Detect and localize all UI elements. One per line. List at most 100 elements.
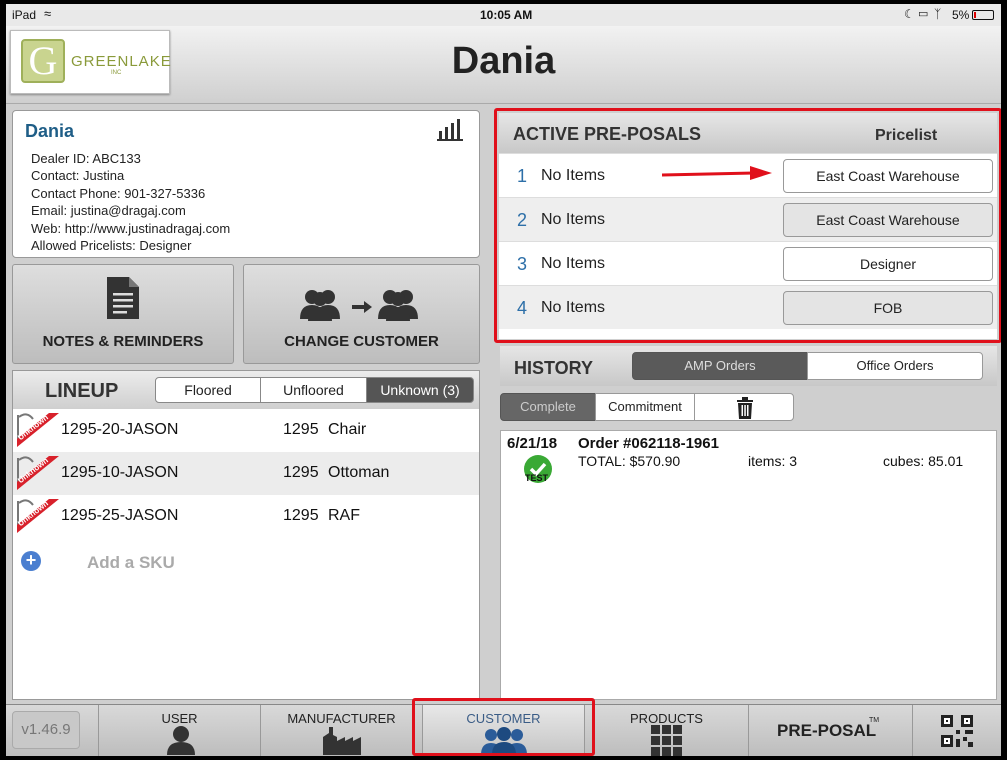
user-icon — [167, 725, 195, 756]
lineup-series: 1295 — [283, 464, 319, 481]
tab-preposal[interactable]: PRE-POSAL TM — [748, 705, 912, 756]
tab-amp-orders[interactable]: AMP Orders — [632, 352, 808, 380]
tab-unknown[interactable]: Unknown (3) — [366, 377, 474, 403]
history-header: HISTORY AMP Orders Office Orders — [500, 346, 997, 386]
preposal-number: 3 — [517, 254, 528, 274]
tab-unfloored[interactable]: Unfloored — [260, 377, 367, 403]
header: G GREENLAKE INC Dania — [6, 26, 1001, 104]
preposals-inner: ACTIVE PRE-POSALS Pricelist 1 No Items Eas… — [499, 113, 997, 339]
lineup-sku: 1295-25-JASON — [61, 507, 179, 524]
contact-name: Contact: Justina — [31, 168, 125, 183]
customer-name: Dania — [25, 121, 75, 141]
subtab-complete[interactable]: Complete — [500, 393, 596, 421]
add-sku-button[interactable]: Add a SKU — [87, 553, 175, 573]
tab-products-label: PRODUCTS — [630, 711, 703, 726]
preposal-name: No Items — [541, 299, 606, 316]
preposal-number: 1 — [517, 166, 528, 186]
lineup-row[interactable]: Unknown 1295-10-JASON 1295 Ottoman — [13, 452, 479, 495]
tab-user-label: USER — [161, 711, 198, 726]
lineup-sku: 1295-20-JASON — [61, 421, 179, 438]
arrow-annotation — [661, 166, 772, 182]
grid-icon — [651, 725, 683, 756]
order-row[interactable]: 6/21/18 Order #062118-1961 TOTAL: $570.9… — [501, 431, 996, 483]
tab-manufacturer[interactable]: MANUFACTURER — [260, 705, 422, 756]
pricelist-button[interactable]: Designer — [783, 247, 993, 281]
lineup-title: LINEUP — [45, 380, 119, 402]
version-label: v1.46.9 — [12, 711, 80, 749]
lineup-series: 1295 — [283, 421, 319, 438]
lineup-row[interactable]: Unknown 1295-25-JASON 1295 RAF — [13, 495, 479, 538]
order-number: Order #062118-1961 — [578, 435, 719, 452]
lineup-description: Chair — [328, 421, 367, 438]
change-customer-button[interactable]: CHANGE CUSTOMER — [243, 264, 480, 364]
preposal-name: No Items — [541, 255, 606, 272]
order-items: items: 3 — [748, 453, 798, 469]
unknown-ribbon: Unknown — [16, 413, 59, 447]
lineup-description: Ottoman — [328, 464, 390, 481]
tab-manufacturer-label: MANUFACTURER — [287, 711, 396, 726]
customer-tab-highlight — [412, 698, 595, 756]
dealer-id: Dealer ID: ABC133 — [31, 151, 141, 166]
preposal-name: No Items — [541, 167, 606, 184]
preposal-name: No Items — [541, 211, 606, 228]
contact-web: Web: http://www.justinadragaj.com — [31, 221, 231, 236]
active-preposals-panel: ACTIVE PRE-POSALS Pricelist 1 No Items Eas… — [494, 108, 1001, 343]
preposal-number: 4 — [517, 298, 528, 318]
order-total: TOTAL: $570.90 — [578, 453, 681, 469]
order-date: 6/21/18 — [507, 435, 558, 452]
preposal-row[interactable]: 4 No Items FOB — [499, 285, 997, 329]
airplay-icon: ▭ — [918, 8, 929, 20]
bluetooth-icon: ᛉ — [934, 7, 942, 21]
delete-button[interactable] — [694, 393, 794, 421]
qr-code-button[interactable] — [912, 705, 1001, 756]
test-badge: TEST — [525, 473, 549, 483]
tab-floored[interactable]: Floored — [155, 377, 261, 403]
pricelist-header: Pricelist — [875, 127, 938, 144]
lineup-sku: 1295-10-JASON — [61, 464, 179, 481]
contact-email: Email: justina@dragaj.com — [31, 203, 186, 218]
qr-code-icon — [941, 715, 973, 750]
history-title: HISTORY — [514, 358, 594, 378]
notes-reminders-label: NOTES & REMINDERS — [42, 333, 204, 350]
trash-icon — [735, 397, 755, 424]
allowed-pricelists: Allowed Pricelists: Designer — [31, 238, 192, 253]
history-panel: HISTORY AMP Orders Office Orders Complet… — [500, 346, 997, 700]
preposals-header: ACTIVE PRE-POSALS Pricelist — [499, 113, 997, 153]
preposals-title: ACTIVE PRE-POSALS — [513, 124, 702, 144]
change-customer-label: CHANGE CUSTOMER — [284, 333, 439, 350]
preposal-row[interactable]: 2 No Items East Coast Warehouse — [499, 197, 997, 241]
lineup-panel: LINEUP Floored Unfloored Unknown (3) Unk… — [12, 370, 480, 700]
tab-preposal-label: PRE-POSAL — [777, 721, 877, 740]
tab-office-orders[interactable]: Office Orders — [807, 352, 983, 380]
unknown-ribbon: Unknown — [16, 456, 59, 490]
pricelist-button[interactable]: FOB — [783, 291, 993, 325]
pricelist-button[interactable]: East Coast Warehouse — [783, 203, 993, 237]
page-title: Dania — [451, 40, 556, 82]
battery-percent: 5% — [952, 8, 970, 22]
lineup-description: RAF — [328, 507, 360, 524]
history-list: 6/21/18 Order #062118-1961 TOTAL: $570.9… — [500, 430, 997, 700]
unknown-ribbon: Unknown — [16, 499, 59, 533]
battery-icon — [972, 10, 994, 20]
contact-phone: Contact Phone: 901-327-5336 — [31, 186, 206, 201]
change-customer-icon — [298, 287, 428, 321]
lineup-row[interactable]: Unknown 1295-20-JASON 1295 Chair — [13, 409, 479, 452]
device-label: iPad — [12, 8, 37, 22]
notes-reminders-button[interactable]: NOTES & REMINDERS — [12, 264, 234, 364]
customer-card: Dania Dealer ID: ABC133 Contact: Justina… — [12, 110, 480, 258]
pricelist-button[interactable]: East Coast Warehouse — [783, 159, 993, 193]
preposal-row[interactable]: 3 No Items Designer — [499, 241, 997, 285]
subtab-commitment[interactable]: Commitment — [595, 393, 695, 421]
status-bar: iPad ≈ 10:05 AM ☾ ▭ ᛉ 5% — [6, 4, 1001, 26]
tab-products[interactable]: PRODUCTS — [584, 705, 748, 756]
tab-user[interactable]: USER — [98, 705, 260, 756]
trademark-mark: TM — [869, 717, 880, 724]
preposal-number: 2 — [517, 210, 528, 230]
lineup-header: LINEUP Floored Unfloored Unknown (3) — [13, 371, 479, 409]
add-icon[interactable]: + — [21, 551, 41, 571]
wifi-icon: ≈ — [44, 6, 52, 21]
status-time: 10:05 AM — [480, 8, 533, 22]
document-icon — [105, 275, 141, 321]
lineup-list: Unknown 1295-20-JASON 1295 Chair Unknown 1295… — [13, 409, 479, 699]
bar-chart-icon[interactable] — [437, 119, 463, 141]
